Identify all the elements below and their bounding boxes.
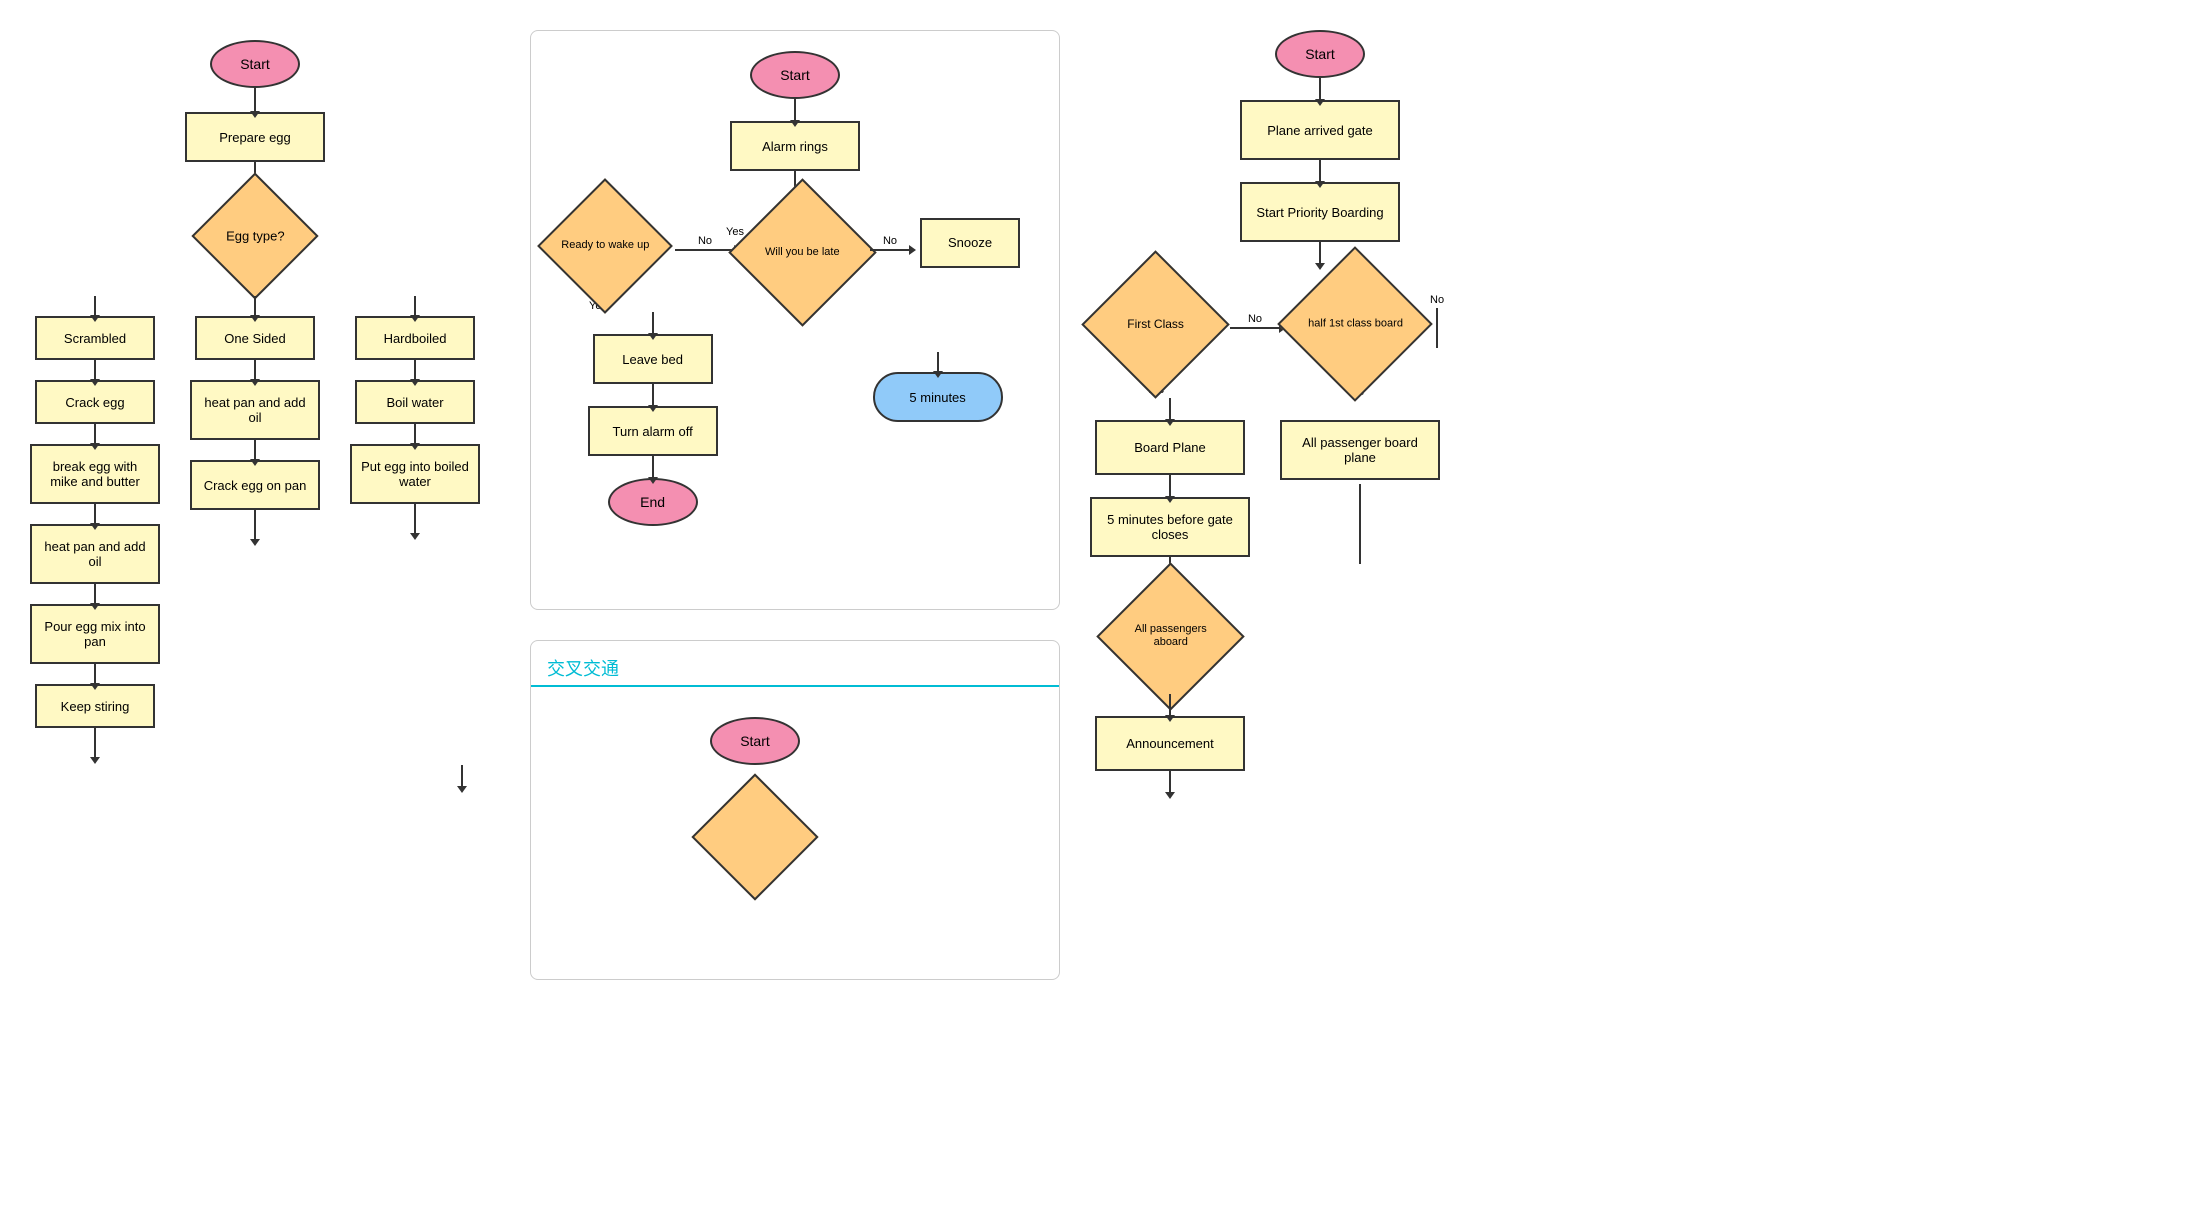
arrow — [94, 504, 96, 524]
arrow — [254, 440, 256, 460]
arrow — [870, 249, 910, 251]
arrow — [652, 312, 654, 334]
arrow — [94, 296, 96, 316]
keep-stir-rect: Keep stiring — [35, 684, 155, 728]
arrow — [1169, 771, 1171, 793]
arrow — [1319, 242, 1321, 264]
connector-line — [1359, 484, 1361, 564]
break-egg-rect: break egg with mike and butter — [30, 444, 160, 504]
arrow — [1436, 308, 1438, 348]
board-plane-rect: Board Plane — [1095, 420, 1245, 475]
put-egg-rect: Put egg into boiled water — [350, 444, 480, 504]
arrow — [94, 424, 96, 444]
announcement-rect: Announcement — [1095, 716, 1245, 771]
heat-pan1-rect: heat pan and add oil — [30, 524, 160, 584]
turn-alarm-rect: Turn alarm off — [588, 406, 718, 456]
arrow — [94, 584, 96, 604]
start-oval: Start — [210, 40, 300, 88]
arrow — [414, 360, 416, 380]
alarm-start-oval: Start — [750, 51, 840, 99]
arrow — [937, 352, 939, 372]
arrow — [94, 360, 96, 380]
arrow — [1169, 694, 1171, 716]
alarm-rect: Alarm rings — [730, 121, 860, 171]
priority-boarding-rect: Start Priority Boarding — [1240, 182, 1400, 242]
all-aboard-diamond: All passengers aboard — [1113, 579, 1228, 694]
plane-arrived-rect: Plane arrived gate — [1240, 100, 1400, 160]
egg-type-diamond: Egg type? — [191, 172, 318, 299]
arrow — [652, 384, 654, 406]
half-no-label: No — [1430, 294, 1444, 306]
boil-water-rect: Boil water — [355, 380, 475, 424]
arrow — [1319, 160, 1321, 182]
half-1st-diamond: half 1st class board — [1295, 264, 1415, 384]
traffic-diamond — [705, 787, 805, 887]
snooze-rect: Snooze — [920, 218, 1020, 268]
arrow — [461, 765, 463, 787]
prepare-rect: Prepare egg — [185, 112, 325, 162]
arrow — [94, 728, 96, 758]
five-min-gate-rect: 5 minutes before gate closes — [1090, 497, 1250, 557]
hardboiled-rect: Hardboiled — [355, 316, 475, 360]
scrambled-rect: Scrambled — [35, 316, 155, 360]
panel-title-traffic: 交叉交通 — [531, 641, 1059, 687]
no-label2: No — [883, 235, 897, 247]
arrow — [794, 99, 796, 121]
end-oval: End — [608, 478, 698, 526]
crack-pan-rect: Crack egg on pan — [190, 460, 320, 510]
arrow — [254, 88, 256, 112]
leave-bed-rect: Leave bed — [593, 334, 713, 384]
crack-egg-rect: Crack egg — [35, 380, 155, 424]
heat-pan2-rect: heat pan and add oil — [190, 380, 320, 440]
arrow — [414, 504, 416, 534]
airport-start-oval: Start — [1275, 30, 1365, 78]
ready-diamond: Ready to wake up — [553, 193, 658, 298]
arrow — [1169, 398, 1171, 420]
fc-no-label: No — [1248, 313, 1262, 325]
arrow — [414, 424, 416, 444]
arrow — [1319, 78, 1321, 100]
one-sided-rect: One Sided — [195, 316, 315, 360]
arrow — [254, 296, 256, 316]
arrow — [1230, 327, 1280, 329]
no-label1: No — [698, 235, 712, 247]
arrow — [1169, 475, 1171, 497]
will-late-diamond: Will you be late — [745, 195, 860, 310]
arrow — [254, 510, 256, 540]
arrow — [675, 249, 735, 251]
five-min-stadium: 5 minutes — [873, 372, 1003, 422]
all-passenger-rect: All passenger board plane — [1280, 420, 1440, 480]
arrow — [94, 664, 96, 684]
start-label: Start — [240, 56, 270, 72]
arrow — [254, 360, 256, 380]
pour-egg-rect: Pour egg mix into pan — [30, 604, 160, 664]
arrow — [652, 456, 654, 478]
traffic-start-oval: Start — [710, 717, 800, 765]
first-class-diamond: First Class — [1098, 267, 1213, 382]
arrow — [414, 296, 416, 316]
